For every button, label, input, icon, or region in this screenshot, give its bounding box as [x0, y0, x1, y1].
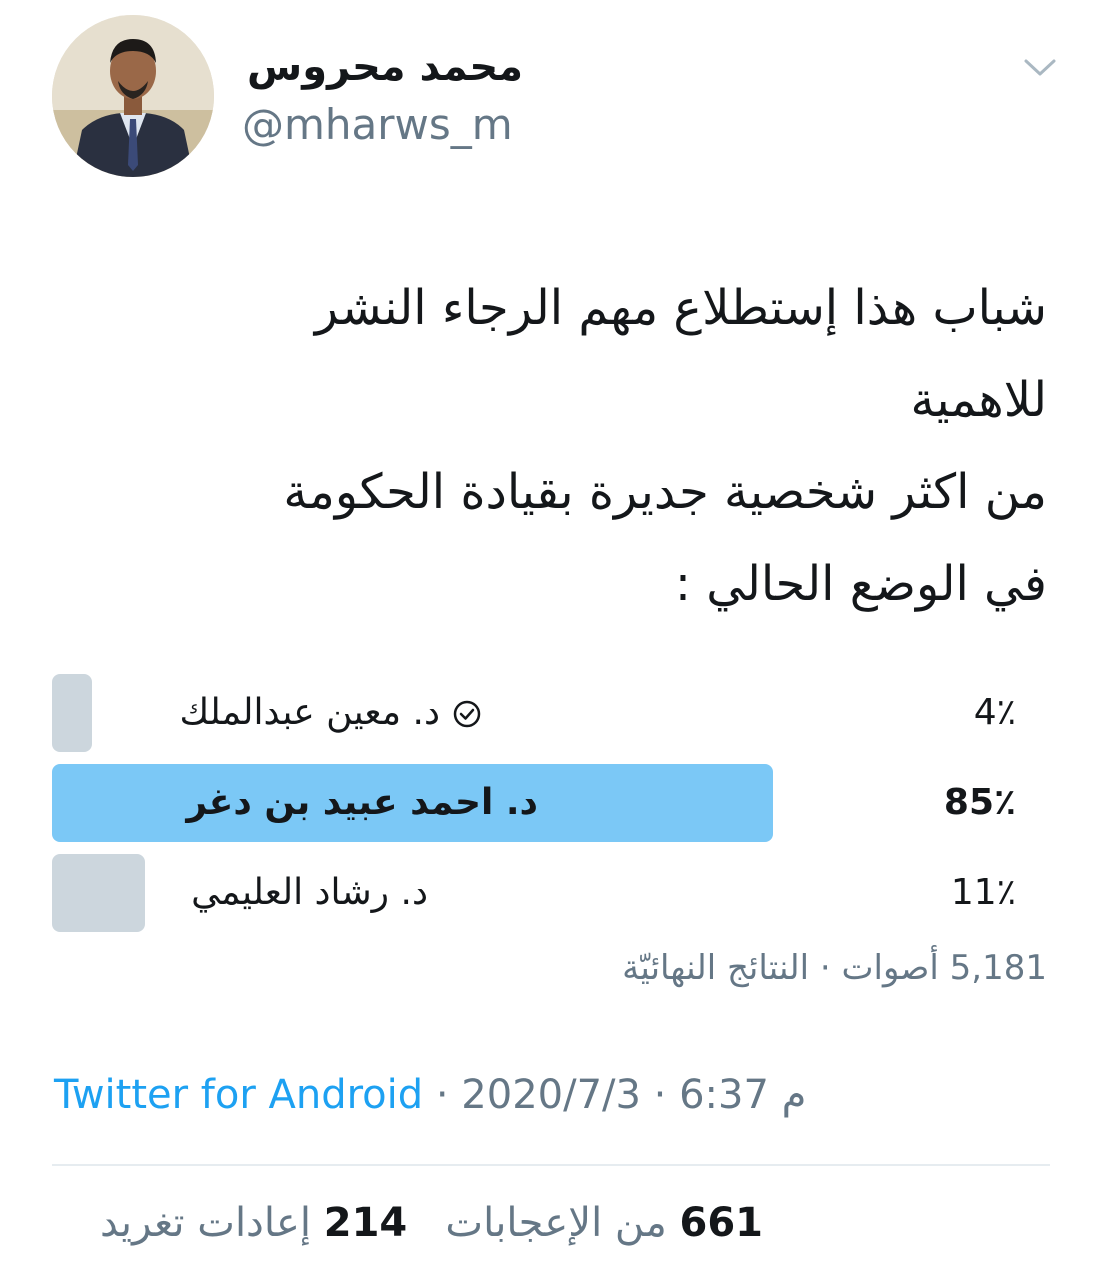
poll-option-percent: 4٪	[973, 692, 1016, 733]
tweet-time[interactable]: 6:37	[679, 1072, 769, 1118]
poll-votes-count: 5,181	[949, 948, 1047, 988]
poll-bar	[52, 674, 92, 752]
poll-status: النتائج النهائيّة	[622, 948, 810, 988]
poll-summary: 5,181 أصوات · النتائج النهائيّة	[622, 948, 1047, 988]
author-handle[interactable]: @mharws_m	[242, 100, 513, 149]
poll-option-label: د. احمد عبيد بن دغر	[186, 782, 538, 823]
meta-separator: ·	[653, 1072, 667, 1118]
poll-option-label: د. معين عبدالملك	[179, 692, 440, 733]
likes-stat[interactable]: 661 من الإعجابات	[445, 1200, 763, 1246]
poll-option-label: د. رشاد العليمي	[191, 872, 428, 913]
likes-count: 661	[679, 1200, 764, 1246]
poll-option-percent: 85٪	[943, 782, 1016, 823]
poll-option: د. رشاد العليمي 11٪	[52, 854, 1052, 934]
tweet-ampm[interactable]: م	[782, 1072, 807, 1118]
tweet-meta: Twitter for Android · 2020/7/3 · م 6:37	[54, 1072, 806, 1118]
tweet-text: شباب هذا إستطلاع مهم الرجاء النشر للاهمي…	[283, 280, 1047, 612]
avatar[interactable]	[52, 15, 214, 177]
divider	[52, 1164, 1050, 1166]
likes-label: من الإعجابات	[445, 1200, 667, 1246]
author-display-name[interactable]: محمد محروس	[247, 44, 523, 90]
poll-separator: ·	[819, 948, 831, 988]
source-link[interactable]: Twitter for Android	[54, 1072, 423, 1118]
poll-option-winner: د. احمد عبيد بن دغر 85٪	[52, 764, 1052, 844]
meta-separator: ·	[435, 1072, 449, 1118]
chevron-down-icon[interactable]	[1022, 55, 1058, 79]
retweets-stat[interactable]: 214 إعادات تغريد	[100, 1200, 407, 1246]
retweets-count: 214	[323, 1200, 408, 1246]
poll-votes-label: أصوات	[841, 948, 939, 988]
poll-option-label-wrap: د. معين عبدالملك	[179, 674, 482, 752]
engagement-stats: 661 من الإعجابات 214 إعادات تغريد	[100, 1200, 763, 1246]
tweet-date[interactable]: 2020/7/3	[461, 1072, 641, 1118]
retweets-label: إعادات تغريد	[99, 1200, 312, 1246]
check-circle-icon	[453, 700, 481, 728]
poll-bar	[52, 854, 145, 932]
poll-option-percent: 11٪	[950, 872, 1016, 913]
poll-option: د. معين عبدالملك 4٪	[52, 674, 1052, 754]
